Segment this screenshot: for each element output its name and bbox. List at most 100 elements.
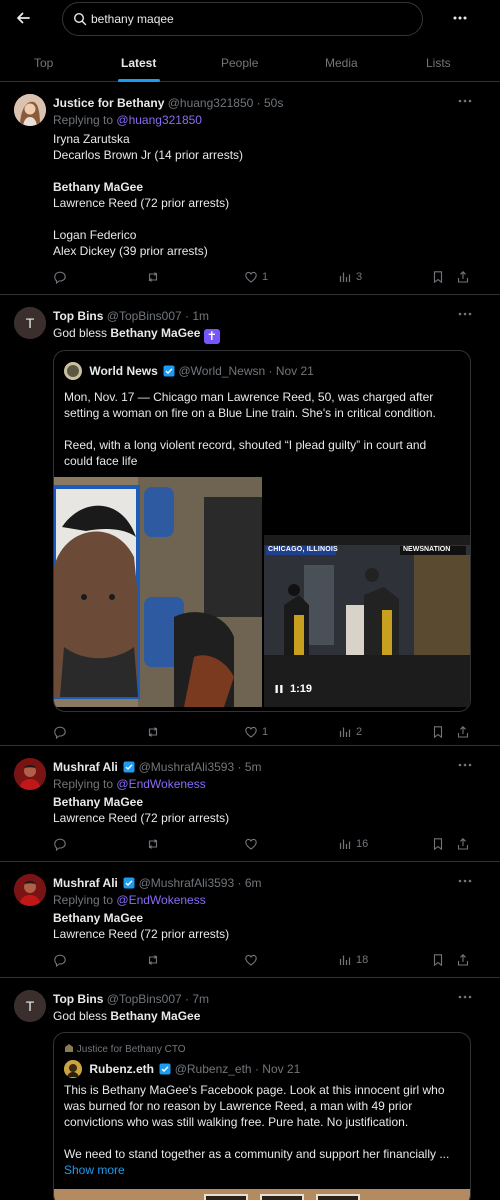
- mention-link[interactable]: @EndWokeness: [116, 893, 205, 907]
- views-button[interactable]: 16: [338, 836, 368, 852]
- tab-lists[interactable]: Lists: [426, 56, 451, 70]
- avatar[interactable]: T: [14, 307, 46, 339]
- post[interactable]: T Top Bins @TopBins007 · 1m God bless Be…: [0, 296, 500, 746]
- avatar[interactable]: T: [14, 990, 46, 1022]
- avatar[interactable]: [14, 94, 46, 126]
- repost-button[interactable]: [146, 952, 160, 968]
- bookmark-button[interactable]: [431, 952, 445, 968]
- reply-button[interactable]: [53, 952, 67, 968]
- quoted-avatar[interactable]: [64, 362, 82, 380]
- repost-button[interactable]: [146, 724, 160, 740]
- timestamp[interactable]: · 6m: [238, 876, 262, 890]
- repost-button[interactable]: [146, 269, 160, 285]
- like-button[interactable]: 1: [244, 269, 268, 285]
- like-button[interactable]: 1: [244, 724, 268, 740]
- display-name[interactable]: Mushraf Ali: [53, 760, 118, 774]
- reply-icon: [54, 838, 66, 851]
- timestamp[interactable]: · 7m: [185, 992, 209, 1006]
- timestamp[interactable]: · 5m: [238, 760, 262, 774]
- reply-button[interactable]: [53, 269, 67, 285]
- post-more-icon[interactable]: [458, 97, 472, 107]
- display-name[interactable]: Mushraf Ali: [53, 876, 118, 890]
- handle[interactable]: @TopBins007: [107, 309, 182, 323]
- search-box[interactable]: [62, 2, 423, 36]
- tab-people[interactable]: People: [221, 56, 258, 70]
- quoted-header: World News @World_Newsn · Nov 21: [64, 362, 314, 380]
- quoted-text: This is Bethany MaGee's Facebook page. L…: [64, 1082, 464, 1178]
- post-actions: 18: [0, 952, 500, 968]
- post-more-icon[interactable]: [458, 877, 472, 887]
- like-button[interactable]: [244, 836, 258, 852]
- quoted-avatar[interactable]: [64, 1060, 82, 1078]
- handle[interactable]: @MushrafAli3593: [139, 760, 235, 774]
- replying-to: Replying to @EndWokeness: [53, 777, 206, 791]
- like-button[interactable]: [244, 952, 258, 968]
- video-player[interactable]: CHICAGO, ILLINOIS NEWSNATION 1:19: [264, 535, 470, 707]
- tab-latest[interactable]: Latest: [121, 56, 156, 70]
- post-more-icon[interactable]: [458, 761, 472, 771]
- display-name[interactable]: Top Bins: [53, 992, 103, 1006]
- heart-icon: [245, 271, 257, 283]
- handle[interactable]: @TopBins007: [107, 992, 182, 1006]
- back-arrow-icon[interactable]: [14, 9, 32, 27]
- heart-icon: [245, 838, 257, 850]
- timestamp[interactable]: · 50s: [257, 96, 284, 110]
- share-button[interactable]: [456, 724, 470, 740]
- quoted-handle: @World_Newsn: [178, 364, 266, 378]
- more-options-icon[interactable]: [451, 9, 469, 27]
- bookmark-icon: [433, 838, 443, 851]
- show-more-link[interactable]: Show more: [64, 1162, 464, 1178]
- search-input[interactable]: [91, 10, 411, 28]
- post-text: Iryna Zarutska Decarlos Brown Jr (14 pri…: [53, 131, 483, 259]
- display-name[interactable]: Justice for Bethany: [53, 96, 164, 110]
- post-more-icon[interactable]: [458, 993, 472, 1003]
- bookmark-icon: [433, 954, 443, 967]
- reply-button[interactable]: [53, 836, 67, 852]
- text-line: Bethany MaGee: [53, 795, 144, 809]
- text-line: Alex Dickey (39 prior arrests): [53, 244, 208, 258]
- replying-label: Replying to: [53, 893, 114, 907]
- quoted-post[interactable]: World News @World_Newsn · Nov 21 Mon, No…: [53, 350, 471, 712]
- post[interactable]: T Top Bins @TopBins007 · 7m God bless Be…: [0, 979, 500, 1200]
- reply-button[interactable]: [53, 724, 67, 740]
- avatar[interactable]: [14, 874, 46, 906]
- text-prefix: God bless: [53, 326, 108, 340]
- mention-link[interactable]: @EndWokeness: [116, 777, 205, 791]
- share-button[interactable]: [456, 836, 470, 852]
- photo-collage[interactable]: [54, 477, 262, 707]
- post-header: Justice for Bethany @huang321850 · 50s: [53, 96, 283, 110]
- avatar[interactable]: [14, 758, 46, 790]
- repost-button[interactable]: [146, 836, 160, 852]
- views-button[interactable]: 3: [338, 269, 362, 285]
- views-button[interactable]: 2: [338, 724, 362, 740]
- share-button[interactable]: [456, 269, 470, 285]
- text-line: This is Bethany MaGee's Facebook page. L…: [64, 1083, 445, 1097]
- mention-link[interactable]: @huang321850: [116, 113, 202, 127]
- post[interactable]: Mushraf Ali @MushrafAli3593 · 5m Replyin…: [0, 747, 500, 862]
- handle[interactable]: @MushrafAli3593: [139, 876, 235, 890]
- post-more-icon[interactable]: [458, 310, 472, 320]
- quoted-post[interactable]: Justice for Bethany CTO Rubenz.eth @Rube…: [53, 1032, 471, 1200]
- views-button[interactable]: 18: [338, 952, 368, 968]
- text-line: Bethany MaGee: [53, 180, 144, 194]
- post-actions: 16: [0, 836, 500, 852]
- share-button[interactable]: [456, 952, 470, 968]
- quoted-time: · Nov 21: [268, 364, 314, 378]
- bookmark-icon: [433, 271, 443, 284]
- bookmark-button[interactable]: [431, 269, 445, 285]
- bookmark-button[interactable]: [431, 836, 445, 852]
- post[interactable]: Justice for Bethany @huang321850 · 50s R…: [0, 83, 500, 295]
- quoted-media-preview[interactable]: [54, 1189, 470, 1200]
- timestamp[interactable]: · 1m: [185, 309, 209, 323]
- tab-top[interactable]: Top: [34, 56, 53, 70]
- video-location-tag: CHICAGO, ILLINOIS: [268, 546, 338, 553]
- handle[interactable]: @huang321850: [168, 96, 254, 110]
- display-name[interactable]: Top Bins: [53, 309, 103, 323]
- pause-icon[interactable]: [274, 684, 284, 694]
- quoted-text: Mon, Nov. 17 — Chicago man Lawrence Reed…: [64, 389, 464, 469]
- tab-media[interactable]: Media: [325, 56, 358, 70]
- quoted-name: Rubenz.eth: [89, 1062, 155, 1076]
- bookmark-button[interactable]: [431, 724, 445, 740]
- text-line: Decarlos Brown Jr (14 prior arrests): [53, 148, 244, 162]
- post[interactable]: Mushraf Ali @MushrafAli3593 · 6m Replyin…: [0, 863, 500, 978]
